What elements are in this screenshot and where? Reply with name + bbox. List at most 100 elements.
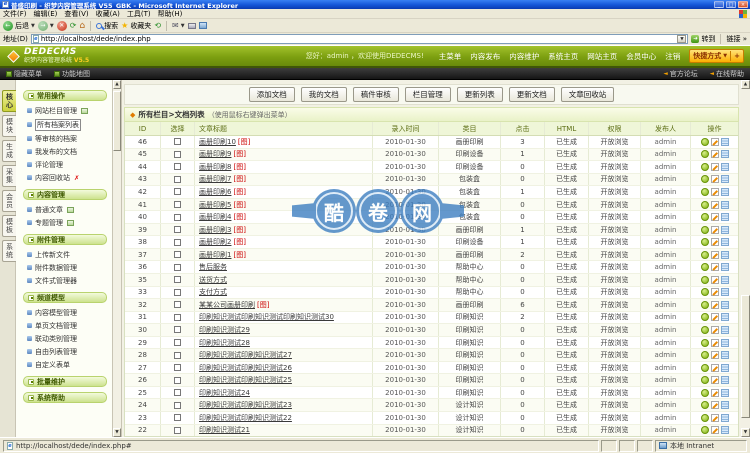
nav-item-系统主页[interactable]: 系统主页 [548,51,578,62]
view-icon[interactable] [700,187,709,196]
maximize-button[interactable]: □ [726,1,736,8]
document-title-link[interactable]: 印刷知识测试印刷知识测试印刷知识测试30 [199,312,334,322]
action-button-更新列表[interactable]: 更新列表 [456,87,503,102]
sidebar-tab-模板[interactable]: 模板 [2,215,16,237]
document-title-link[interactable]: 画册印刷6 [199,187,231,197]
sidebar-item-自定义表单[interactable]: 自定义表单 [16,358,112,371]
favorites-button[interactable]: ★ 收藏夹 [121,21,151,31]
edit-icon[interactable] [710,200,719,209]
row-checkbox[interactable] [174,364,181,372]
document-title-link[interactable]: 印刷知识测试印刷知识测试22 [199,413,292,423]
sidebar-item-上传新文件[interactable]: 上传新文件 [16,248,112,261]
row-checkbox[interactable] [174,251,181,259]
list-icon[interactable] [720,325,729,334]
go-button[interactable]: ➜ 转到 [691,34,715,44]
document-title-link[interactable]: 画册印刷9 [199,149,231,159]
view-icon[interactable] [700,200,709,209]
menu-item-收藏(A)[interactable]: 收藏(A) [96,9,120,19]
list-icon[interactable] [720,275,729,284]
view-icon[interactable] [700,225,709,234]
list-icon[interactable] [720,200,729,209]
row-checkbox[interactable] [174,175,181,183]
view-icon[interactable] [700,162,709,171]
column-header-选择[interactable]: 选择 [161,122,195,135]
sidebar-item-普通文章[interactable]: 普通文章 [16,203,112,216]
sidebar-tab-系统[interactable]: 系统 [2,240,16,262]
sidebar-item-内容模型管理[interactable]: 内容模型管理 [16,306,112,319]
row-checkbox[interactable] [174,339,181,347]
sidebar-tab-模块[interactable]: 模块 [2,115,16,137]
row-checkbox[interactable] [174,138,181,146]
list-icon[interactable] [720,213,729,222]
column-header-HTML[interactable]: HTML [545,122,589,135]
document-title-link[interactable]: 画册印刷7 [199,174,231,184]
sidebar-item-专题管理[interactable]: 专题管理 [16,216,112,229]
row-checkbox[interactable] [174,426,181,434]
column-header-录入时间[interactable]: 录入时间 [373,122,439,135]
row-checkbox[interactable] [174,213,181,221]
column-header-发布人[interactable]: 发布人 [641,122,691,135]
edit-icon[interactable] [710,238,719,247]
list-icon[interactable] [720,175,729,184]
column-header-文章标题[interactable]: 文章标题 [195,122,373,135]
new-window-icon[interactable] [81,107,88,114]
sidebar-scroll-thumb[interactable] [113,91,121,151]
edit-icon[interactable] [710,325,719,334]
row-checkbox[interactable] [174,201,181,208]
list-icon[interactable] [720,137,729,146]
view-icon[interactable] [700,313,709,322]
document-title-link[interactable]: 印刷知识测试印刷知识测试27 [199,350,292,360]
row-checkbox[interactable] [174,163,181,171]
document-title-link[interactable]: 印刷知识测试印刷知识测试26 [199,363,292,373]
sidebar-item-文件式管理器[interactable]: 文件式管理器 [16,274,112,287]
sidebar-item-附件数据管理[interactable]: 附件数据管理 [16,261,112,274]
view-icon[interactable] [700,150,709,159]
nav-item-内容维护[interactable]: 内容维护 [509,51,539,62]
edit-icon[interactable] [710,313,719,322]
main-scrollbar[interactable]: ▲ ▼ [741,80,750,437]
address-dropdown-icon[interactable]: ▼ [677,35,687,43]
document-title-link[interactable]: 某某公司画册印刷 [199,300,255,310]
sidebar-section-频道模型[interactable]: 频道模型 [23,292,107,303]
sidebar-section-常用操作[interactable]: 常用操作 [23,90,107,101]
row-checkbox[interactable] [174,301,181,309]
scroll-up-icon[interactable]: ▲ [113,80,121,89]
action-button-稿件审核[interactable]: 稿件审核 [352,87,399,102]
sidebar-item-我发布的文档[interactable]: 我发布的文档 [16,145,112,158]
view-icon[interactable] [700,213,709,222]
nav-item-主菜单[interactable]: 主菜单 [439,51,462,62]
list-icon[interactable] [720,313,729,322]
print-button[interactable] [187,22,196,29]
sidebar-section-系统帮助[interactable]: 系统帮助 [23,392,107,403]
sidebar-tab-生成[interactable]: 生成 [2,140,16,162]
document-title-link[interactable]: 画册印刷1 [199,250,231,260]
forward-button[interactable]: → ▼ [37,20,54,31]
row-checkbox[interactable] [174,351,181,359]
view-icon[interactable] [700,388,709,397]
list-icon[interactable] [720,376,729,385]
home-button[interactable]: ⌂ [79,21,85,31]
list-icon[interactable] [720,162,729,171]
list-icon[interactable] [720,288,729,297]
view-icon[interactable] [700,137,709,146]
edit-icon[interactable] [710,150,719,159]
sidebar-section-内容管理[interactable]: 内容管理 [23,189,107,200]
view-icon[interactable] [700,238,709,247]
document-title-link[interactable]: 印刷知识测试24 [199,388,250,398]
document-title-link[interactable]: 画册印刷3 [199,225,231,235]
list-icon[interactable] [720,351,729,360]
list-icon[interactable] [720,426,729,435]
document-title-link[interactable]: 印刷知识测试印刷知识测试23 [199,400,292,410]
action-button-更新文档[interactable]: 更新文档 [508,87,555,102]
view-icon[interactable] [700,426,709,435]
row-checkbox[interactable] [174,238,181,246]
sidebar-tab-采集[interactable]: 采集 [2,165,16,187]
subbar-item-功能地图[interactable]: 功能地图 [54,69,90,79]
list-icon[interactable] [720,300,729,309]
view-icon[interactable] [700,288,709,297]
view-icon[interactable] [700,351,709,360]
sidebar-item-单页文档管理[interactable]: 单页文档管理 [16,319,112,332]
edit-icon[interactable] [710,175,719,184]
sidebar-section-批量维护[interactable]: 批量维护 [23,376,107,387]
new-window-icon[interactable] [67,219,74,226]
